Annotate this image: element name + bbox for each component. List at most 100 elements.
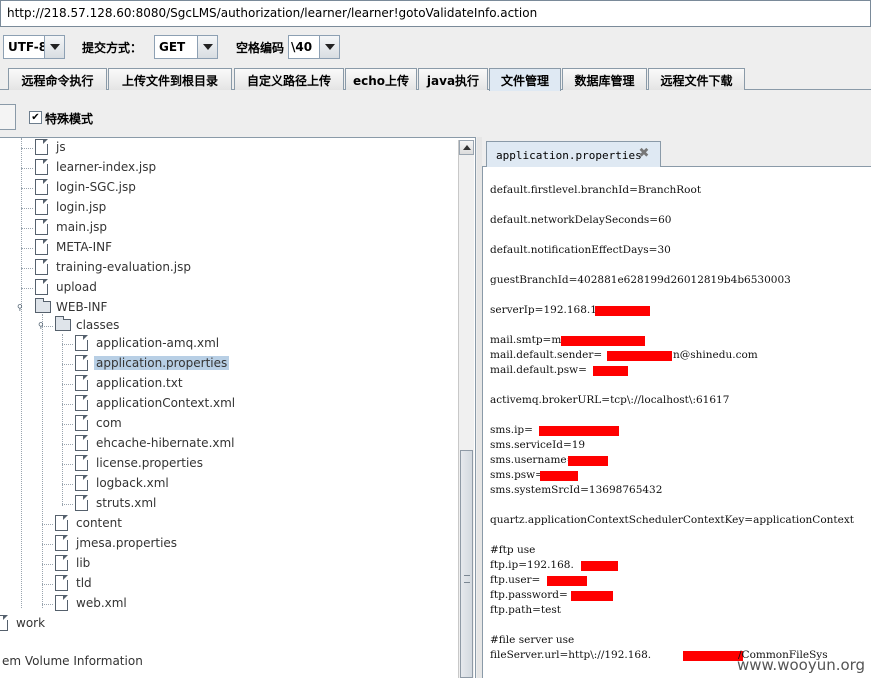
tree-node-label: js <box>56 140 66 154</box>
tree-guide-line <box>62 464 73 465</box>
tree-guide-line <box>21 168 33 169</box>
code-line: default.networkDelaySeconds=60 <box>490 214 672 226</box>
special-mode-checkbox[interactable]: ✔ <box>29 111 42 124</box>
tree-node-label: com <box>96 416 122 430</box>
redaction-mark <box>571 591 613 601</box>
tab-database[interactable]: 数据库管理 <box>562 68 647 90</box>
file-icon <box>75 495 88 511</box>
tree-node-label: lib <box>76 556 91 570</box>
code-line: sms.psw= <box>490 469 544 481</box>
scrollbar-thumb[interactable] <box>460 450 473 678</box>
tab-label: 远程文件下载 <box>660 74 733 88</box>
chevron-down-icon[interactable] <box>197 36 217 58</box>
tab-echo-upload[interactable]: echo上传 <box>345 68 417 90</box>
tree-toggle-icon[interactable]: ⚲ <box>38 322 46 330</box>
tree-scrollbar[interactable] <box>458 140 474 678</box>
tree-guide-line <box>62 404 73 405</box>
tree-guide-line <box>62 384 73 385</box>
tab-label: java执行 <box>426 74 480 88</box>
code-line: mail.smtp=m <box>490 334 562 346</box>
tree-node-label: application-amq.xml <box>96 336 220 350</box>
file-icon <box>55 535 68 551</box>
code-line: quartz.applicationContextSchedulerContex… <box>490 514 855 526</box>
tree-guide-line <box>62 364 73 365</box>
code-line: sms.systemSrcId=13698765432 <box>490 484 663 496</box>
code-line: #file server use <box>490 634 575 646</box>
code-line: ftp.path=test <box>490 604 561 616</box>
editor-tab[interactable]: application.properties ✖ <box>486 141 661 167</box>
method-value: GET <box>159 40 186 54</box>
file-icon <box>35 239 48 255</box>
redaction-mark <box>593 366 628 376</box>
tree-node-label: WEB-INF <box>56 300 108 314</box>
tree-node-label: application.properties <box>94 356 230 370</box>
file-icon <box>35 259 48 275</box>
file-icon <box>55 515 68 531</box>
tree-node-label: login-SGC.jsp <box>56 180 136 194</box>
tree-node-label: struts.xml <box>96 496 157 510</box>
code-line: sms.ip= <box>490 424 533 436</box>
tree-guide-line <box>62 344 73 345</box>
tab-label: 自定义路径上传 <box>246 74 331 88</box>
tab-file-manager[interactable]: 文件管理 <box>489 68 561 91</box>
tab-label: 上传文件到根目录 <box>121 74 218 88</box>
tree-node-label: content <box>76 516 122 530</box>
tree-guide-line <box>42 544 53 545</box>
encoding-select[interactable]: UTF-8 <box>3 35 65 59</box>
tab-label: 文件管理 <box>500 74 549 88</box>
tree-guide-line <box>21 208 33 209</box>
tab-java-exec[interactable]: java执行 <box>418 68 488 90</box>
close-icon[interactable]: ✖ <box>637 147 651 161</box>
code-line: guestBranchId=402881e628199d26012819b4b6… <box>490 274 791 286</box>
tree-node-label: work <box>16 616 46 630</box>
tree-node-label: META-INF <box>56 240 113 254</box>
tree-node-label: classes <box>76 318 120 332</box>
tree-guide-line <box>42 604 53 605</box>
file-tree: js learner-index.jsp login-SGC.jsp login… <box>0 137 476 678</box>
redaction-mark <box>683 651 743 661</box>
url-input[interactable]: http://218.57.128.60:8080/SgcLMS/authori… <box>0 0 871 27</box>
code-line: ftp.password= <box>490 589 568 601</box>
tree-guide-line <box>21 148 33 149</box>
code-line: default.notificationEffectDays=30 <box>490 244 671 256</box>
tab-upload-root[interactable]: 上传文件到根目录 <box>108 68 232 90</box>
method-select[interactable]: GET <box>154 35 218 59</box>
chevron-down-icon[interactable] <box>44 36 64 58</box>
code-line: mail.default.psw= <box>490 364 587 376</box>
file-icon <box>0 615 8 631</box>
file-icon <box>35 219 48 235</box>
code-line: default.firstlevel.branchId=BranchRoot <box>490 184 702 196</box>
redaction-mark <box>581 561 618 571</box>
url-text: http://218.57.128.60:8080/SgcLMS/authori… <box>7 6 538 20</box>
tree-toggle-icon[interactable]: ⚲ <box>17 304 25 312</box>
space-encoding-select[interactable]: \40 <box>288 35 340 59</box>
tree-guide-line <box>62 504 73 505</box>
tree-node-label: login.jsp <box>56 200 107 214</box>
tree-node-label: jmesa.properties <box>76 536 178 550</box>
tree-node-label: application.txt <box>96 376 183 390</box>
redaction-mark <box>595 306 650 316</box>
redaction-mark <box>561 336 645 346</box>
toolbar-button[interactable] <box>0 104 16 130</box>
submit-method-label: 提交方式： <box>82 41 143 55</box>
tree-guide-line <box>21 228 33 229</box>
tree-guide-line <box>62 334 63 506</box>
code-line: n@shinedu.com <box>673 349 758 361</box>
tab-remote-download[interactable]: 远程文件下载 <box>648 68 745 90</box>
tab-remote-command[interactable]: 远程命令执行 <box>8 68 107 90</box>
code-line: sms.username= <box>490 454 576 466</box>
redaction-mark <box>547 576 587 586</box>
folder-open-icon <box>35 298 51 313</box>
tab-custom-upload[interactable]: 自定义路径上传 <box>234 68 344 90</box>
tree-guide-line <box>42 584 53 585</box>
file-icon <box>75 455 88 471</box>
scroll-up-arrow-icon[interactable] <box>459 140 474 155</box>
file-content-editor[interactable]: default.firstlevel.branchId=BranchRoot d… <box>482 167 871 678</box>
folder-open-icon <box>55 316 71 331</box>
code-line: activemq.brokerURL=tcp\://localhost\:616… <box>490 394 730 406</box>
code-line: serverIp=192.168.1 <box>490 304 597 316</box>
chevron-down-icon[interactable] <box>319 36 339 58</box>
tree-node-label: web.xml <box>76 596 127 610</box>
tab-label: echo上传 <box>352 74 410 88</box>
code-line: mail.default.sender= <box>490 349 603 361</box>
